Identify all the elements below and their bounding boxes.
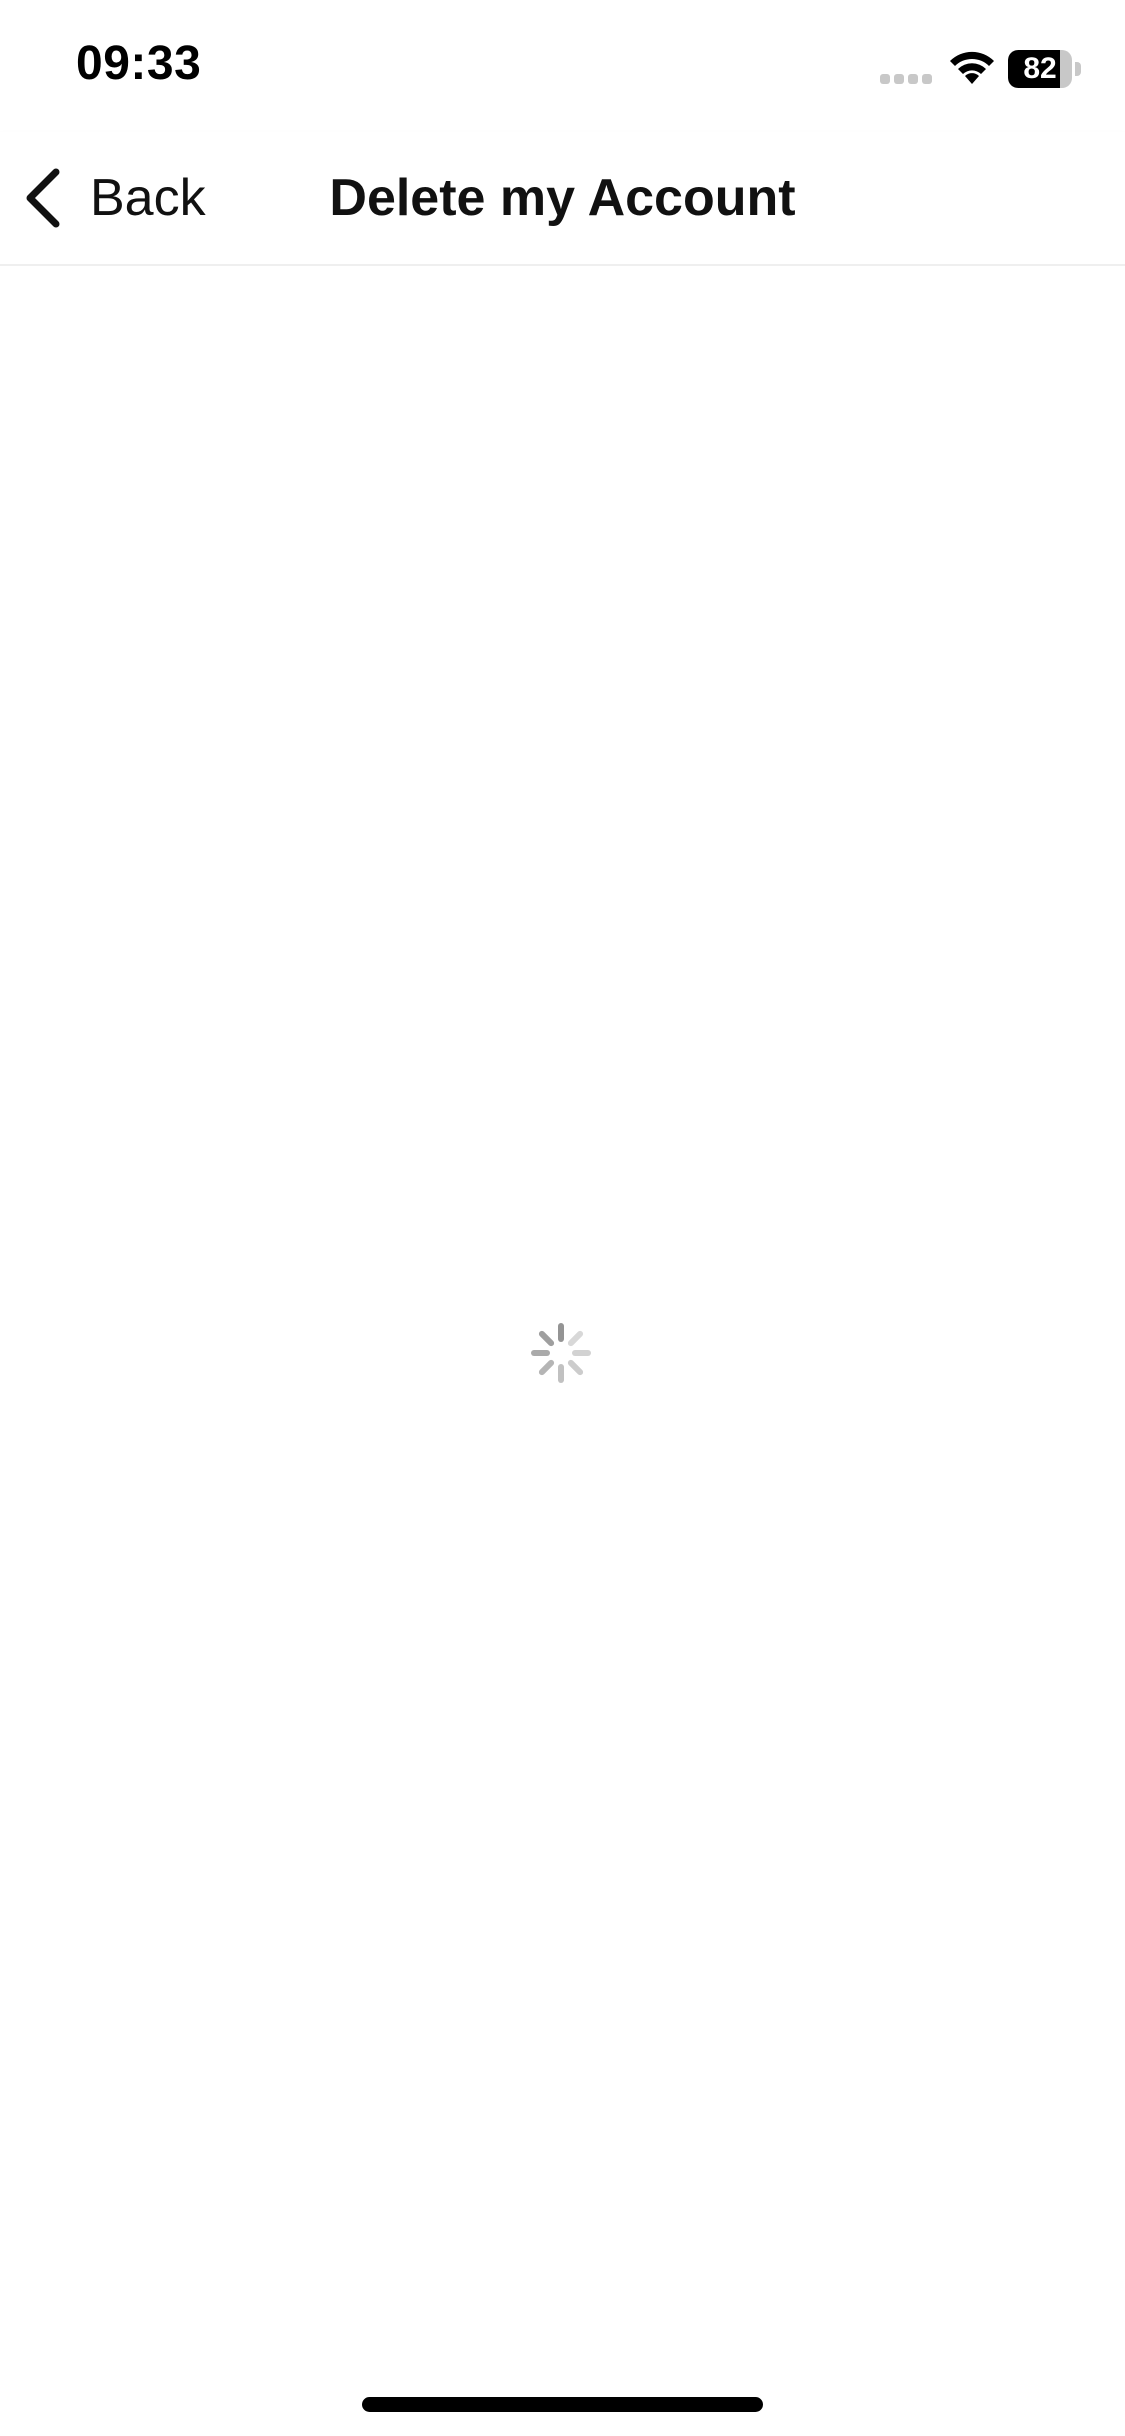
status-bar: 09:33 82 — [0, 0, 1125, 132]
home-indicator[interactable] — [362, 2397, 763, 2412]
navigation-bar: Back Delete my Account — [0, 132, 1125, 266]
battery-level: 82 — [1023, 52, 1057, 85]
battery-cap — [1075, 62, 1081, 76]
status-time: 09:33 — [76, 37, 202, 90]
battery-body: 82 — [1008, 50, 1072, 88]
cellular-signal-icon — [880, 74, 932, 84]
activity-spinner-icon — [531, 1323, 591, 1383]
wifi-icon — [950, 51, 994, 84]
battery-icon: 82 — [1008, 50, 1082, 88]
page-title: Delete my Account — [329, 169, 796, 227]
